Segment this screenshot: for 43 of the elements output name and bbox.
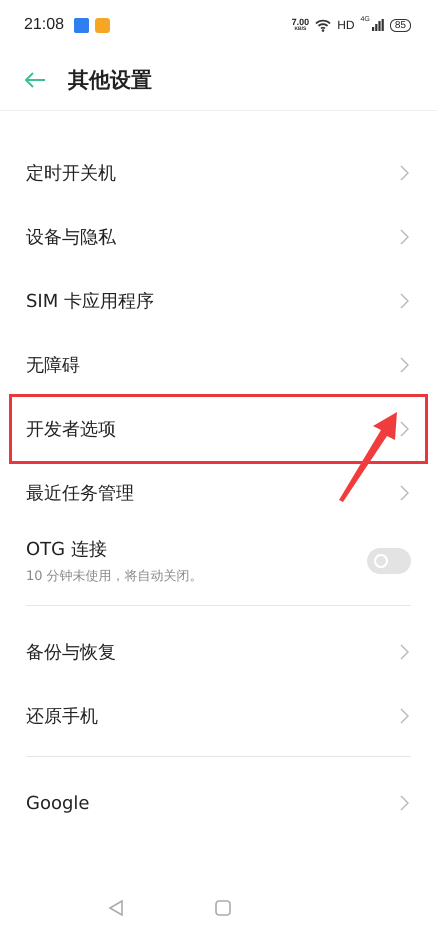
row-label: 设备与隐私 (26, 226, 116, 249)
settings-row[interactable]: 备份与恢复 (26, 620, 411, 684)
chevron-right-icon (400, 421, 409, 437)
chevron-right-icon (400, 795, 409, 811)
page-title: 其他设置 (68, 67, 152, 94)
row-label: 最近任务管理 (26, 482, 134, 505)
settings-row[interactable]: 定时开关机 (26, 141, 411, 205)
back-arrow-icon[interactable] (24, 72, 46, 88)
app-notification-icon (74, 18, 90, 32)
signal-icon (372, 19, 384, 31)
status-time: 21:08 (24, 16, 64, 34)
settings-row[interactable]: SIM 卡应用程序 (26, 269, 411, 333)
chevron-right-icon (400, 708, 409, 724)
row-label: 还原手机 (26, 705, 98, 728)
row-label: 定时开关机 (26, 162, 116, 185)
back-icon[interactable] (106, 899, 124, 917)
row-label: SIM 卡应用程序 (26, 290, 154, 313)
settings-row[interactable]: 无障碍 (26, 333, 411, 397)
settings-row[interactable]: OTG 连接 10 分钟未使用，将自动关闭。 (26, 525, 411, 597)
chevron-right-icon (400, 229, 409, 245)
network-speed: 7.00 (292, 18, 310, 27)
chevron-right-icon (400, 165, 409, 181)
row-label: Google (26, 792, 90, 814)
settings-row[interactable]: 最近任务管理 (26, 461, 411, 525)
chevron-right-icon (400, 357, 409, 373)
toggle-switch[interactable] (367, 548, 411, 574)
hd-indicator: HD (337, 18, 355, 32)
chevron-right-icon (400, 293, 409, 309)
settings-row[interactable]: 设备与隐私 (26, 205, 411, 269)
settings-row[interactable]: Google (26, 771, 411, 835)
row-label: 备份与恢复 (26, 641, 116, 664)
home-icon[interactable] (214, 900, 230, 916)
row-label: 开发者选项 (26, 418, 116, 441)
battery-level: 85 (390, 18, 411, 32)
row-label: 无障碍 (26, 354, 80, 377)
row-description: 10 分钟未使用，将自动关闭。 (26, 568, 203, 585)
chevron-right-icon (400, 644, 409, 660)
row-label: OTG 连接 (26, 538, 108, 561)
wifi-icon (315, 18, 332, 32)
app-notification-icon (95, 18, 110, 32)
settings-row[interactable]: 还原手机 (26, 684, 411, 748)
chevron-right-icon (400, 485, 409, 501)
settings-row[interactable]: 开发者选项 (12, 397, 425, 461)
